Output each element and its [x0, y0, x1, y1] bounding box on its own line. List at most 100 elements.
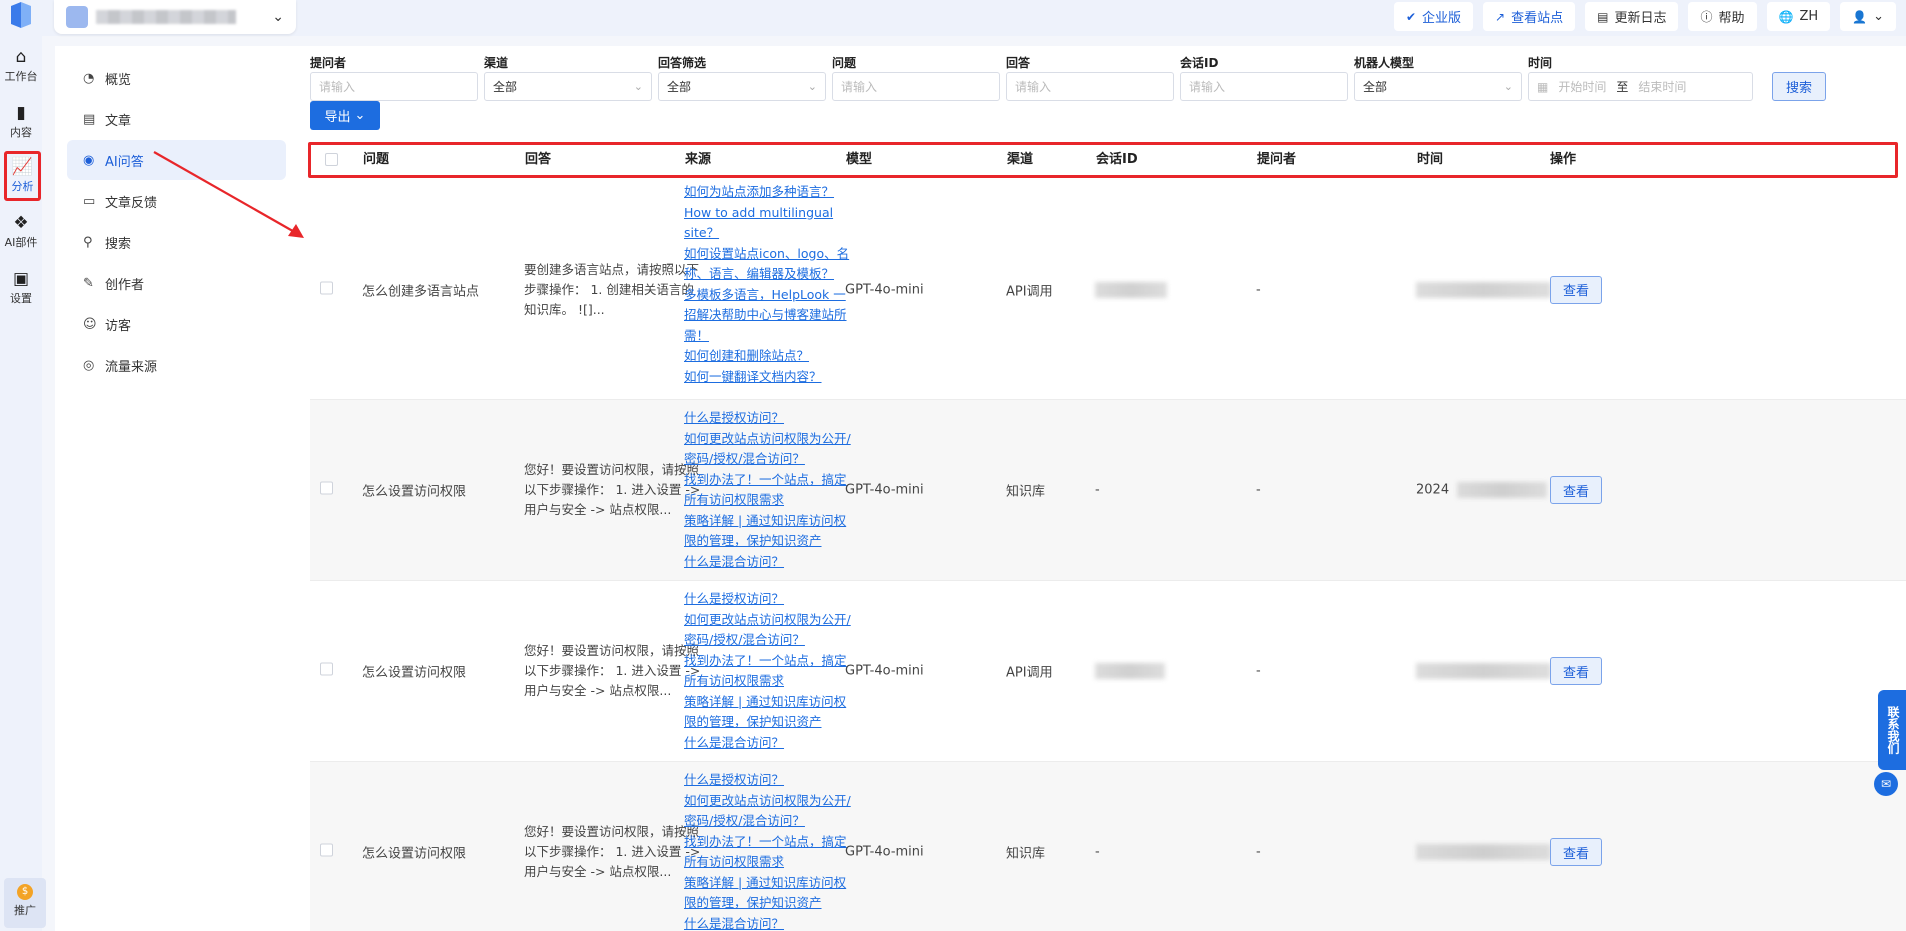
source-link[interactable]: 如何创建和删除站点？ — [684, 346, 862, 367]
end-time-input[interactable]: 结束时间 — [1638, 78, 1686, 95]
source-link[interactable]: 密码/授权/混合访问？ — [684, 449, 862, 470]
source-link[interactable]: 限的管理，保护知识资产 — [684, 893, 862, 914]
row-checkbox[interactable] — [320, 281, 333, 298]
source-link[interactable]: 限的管理，保护知识资产 — [684, 531, 862, 552]
select-value: 全部 — [1363, 80, 1388, 94]
help-button[interactable]: ⓘ 帮助 — [1688, 2, 1757, 31]
subnav-item-ai-qa[interactable]: ◉ AI问答 — [67, 140, 286, 180]
rail-item-settings[interactable]: ▣ 设置 — [0, 270, 42, 306]
header-time[interactable]: 时间 — [1417, 145, 1443, 175]
language-button[interactable]: 🌐 ZH — [1766, 2, 1831, 31]
source-link[interactable]: 策略详解 | 通过知识库访问权 — [684, 692, 862, 713]
header-question[interactable]: 问题 — [363, 145, 389, 175]
answer-input[interactable]: 请输入 — [1006, 72, 1174, 101]
source-link[interactable]: 找到办法了！一个站点，搞定 — [684, 651, 862, 672]
source-link[interactable]: 密码/授权/混合访问？ — [684, 811, 862, 832]
row-session-id: - — [1095, 844, 1100, 860]
source-link[interactable]: 如何更改站点访问权限为公开/ — [684, 429, 862, 450]
subnav-item-search[interactable]: ⚲ 搜索 — [67, 222, 286, 262]
asker-input[interactable]: 请输入 — [310, 72, 478, 101]
changelog-button[interactable]: ▤ 更新日志 — [1585, 2, 1679, 31]
source-link[interactable]: How to add multilingual — [684, 203, 862, 224]
language-label: ZH — [1799, 9, 1819, 24]
row-checkbox[interactable] — [320, 662, 333, 680]
source-link[interactable]: 什么是混合访问？ — [684, 733, 862, 754]
subnav-item-overview[interactable]: ◔ 概览 — [67, 58, 286, 98]
row-question: 怎么设置访问权限 — [362, 665, 467, 681]
source-link[interactable]: 限的管理，保护知识资产 — [684, 712, 862, 733]
source-link[interactable]: 什么是混合访问？ — [684, 552, 862, 573]
chat-bubble-icon[interactable]: ✉ — [1874, 772, 1898, 796]
header-session-id[interactable]: 会话ID — [1096, 145, 1138, 175]
date-range-picker[interactable]: ▦ 开始时间 至 结束时间 — [1528, 72, 1753, 101]
view-button[interactable]: 查看 — [1550, 476, 1602, 504]
source-link[interactable]: 找到办法了！一个站点，搞定 — [684, 470, 862, 491]
session-id-input[interactable]: 请输入 — [1180, 72, 1348, 101]
user-menu-button[interactable]: 👤 ⌄ — [1840, 2, 1896, 31]
subnav-item-creators[interactable]: ✎ 创作者 — [67, 263, 286, 303]
contact-us-button[interactable]: 联系我们 — [1878, 690, 1906, 770]
analytics-subnav: ◔ 概览 ▤ 文章 ◉ AI问答 ▭ 文章反馈 ⚲ 搜索 ✎ 创作者 ☺ 访客 … — [55, 46, 298, 931]
answer-filter-select[interactable]: 全部 ⌄ — [658, 72, 826, 101]
source-link[interactable]: 招解决帮助中心与博客建站所 — [684, 305, 862, 326]
source-link[interactable]: 如何更改站点访问权限为公开/ — [684, 791, 862, 812]
source-link[interactable]: 策略详解 | 通过知识库访问权 — [684, 873, 862, 894]
row-asker: - — [1256, 282, 1261, 297]
enterprise-button[interactable]: ✔ 企业版 — [1393, 2, 1474, 31]
source-link[interactable]: 如何一键翻译文档内容？ — [684, 367, 862, 388]
search-button[interactable]: 搜索 — [1772, 72, 1826, 101]
source-link[interactable]: 所有访问权限需求 — [684, 490, 862, 511]
row-channel: 知识库 — [1006, 484, 1046, 500]
export-button[interactable]: 导出 ⌄ — [310, 101, 380, 130]
start-time-input[interactable]: 开始时间 — [1558, 78, 1606, 95]
source-link[interactable]: 什么是授权访问？ — [684, 589, 862, 610]
header-source[interactable]: 来源 — [685, 145, 711, 175]
source-link[interactable]: site？ — [684, 223, 862, 244]
app-logo-icon[interactable] — [8, 0, 34, 30]
view-button[interactable]: 查看 — [1550, 275, 1602, 304]
source-link[interactable]: 需！ — [684, 326, 862, 347]
subnav-item-visitors[interactable]: ☺ 访客 — [67, 304, 286, 344]
source-link[interactable]: 多模板多语言，HelpLook 一 — [684, 285, 862, 306]
source-link[interactable]: 策略详解 | 通过知识库访问权 — [684, 511, 862, 532]
subnav-item-articles[interactable]: ▤ 文章 — [67, 99, 286, 139]
source-link[interactable]: 如何设置站点icon、logo、名 — [684, 244, 862, 265]
header-channel[interactable]: 渠道 — [1007, 145, 1033, 175]
row-checkbox[interactable] — [320, 843, 333, 861]
source-link[interactable]: 密码/授权/混合访问？ — [684, 630, 862, 651]
row-time: 2024 — [1416, 482, 1548, 498]
header-model[interactable]: 模型 — [846, 145, 872, 175]
channel-select[interactable]: 全部 ⌄ — [484, 72, 652, 101]
promo-button[interactable]: $ 推广 — [4, 878, 46, 928]
view-button[interactable]: 查看 — [1550, 838, 1602, 866]
bot-model-select[interactable]: 全部 ⌄ — [1354, 72, 1522, 101]
subnav-item-traffic-source[interactable]: ◎ 流量来源 — [67, 345, 286, 385]
header-asker[interactable]: 提问者 — [1257, 145, 1296, 175]
view-button[interactable]: 查看 — [1550, 657, 1602, 685]
source-link[interactable]: 什么是授权访问？ — [684, 770, 862, 791]
rail-item-workbench[interactable]: ⌂ 工作台 — [0, 48, 42, 84]
source-link[interactable]: 所有访问权限需求 — [684, 671, 862, 692]
row-channel: API调用 — [1006, 665, 1053, 681]
row-checkbox[interactable] — [320, 481, 333, 499]
source-link[interactable]: 什么是混合访问？ — [684, 914, 862, 931]
filter-label: 渠道 — [484, 56, 509, 70]
view-site-button[interactable]: ↗ 查看站点 — [1483, 2, 1576, 31]
row-sources: 什么是授权访问？ 如何更改站点访问权限为公开/ 密码/授权/混合访问？ 找到办法… — [684, 408, 862, 572]
source-link[interactable]: 什么是授权访问？ — [684, 408, 862, 429]
source-link[interactable]: 如何为站点添加多种语言？ — [684, 182, 862, 203]
source-link[interactable]: 称、语言、编辑器及模板？ — [684, 264, 862, 285]
question-input[interactable]: 请输入 — [832, 72, 1000, 101]
source-link[interactable]: 如何更改站点访问权限为公开/ — [684, 610, 862, 631]
rail-item-content[interactable]: ▮ 内容 — [0, 104, 42, 140]
select-all-checkbox[interactable] — [325, 153, 338, 166]
source-link[interactable]: 所有访问权限需求 — [684, 852, 862, 873]
rail-item-ai-widget[interactable]: ❖ AI部件 — [0, 214, 42, 250]
header-answer[interactable]: 回答 — [525, 145, 551, 175]
rail-item-analytics[interactable]: 📈 分析 — [4, 151, 41, 201]
source-link[interactable]: 找到办法了！一个站点，搞定 — [684, 832, 862, 853]
site-selector[interactable]: ⌄ — [54, 0, 296, 34]
subnav-item-article-feedback[interactable]: ▭ 文章反馈 — [67, 181, 286, 221]
row-answer: 您好！要设置访问权限，请按照以下步骤操作： 1. 进入设置 -> 用户与安全 -… — [524, 643, 701, 698]
enterprise-label: 企业版 — [1422, 11, 1462, 26]
